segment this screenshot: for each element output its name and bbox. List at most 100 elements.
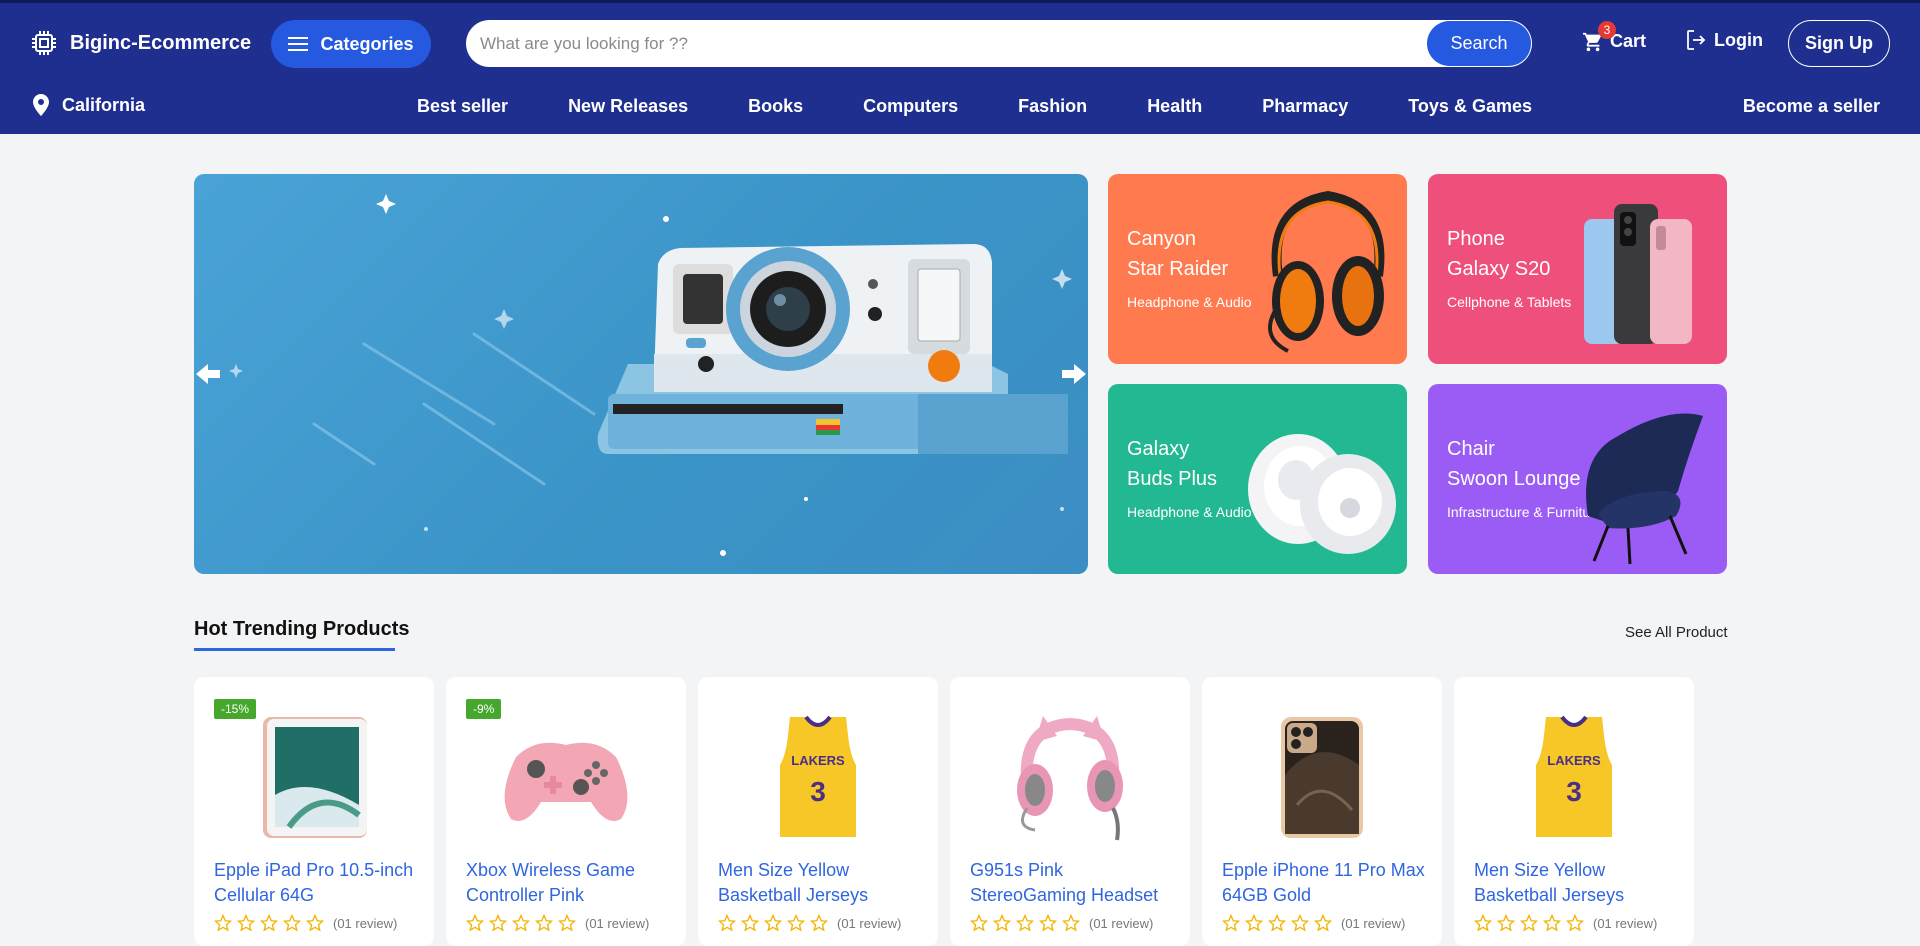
product-card[interactable]: -15% Epple iPad Pro 10.5-inch Cellular 6… [194,677,434,946]
star-outline-icon [1566,914,1584,932]
nav-item-health[interactable]: Health [1147,96,1202,117]
promo-text: Phone Galaxy S20 Cellphone & Tablets [1447,224,1571,310]
promo-title-line1: Galaxy [1127,438,1190,460]
lounge-chair-image [1586,413,1703,565]
login-label: Login [1714,29,1763,50]
section-title: Hot Trending Products [194,618,410,640]
promo-subtitle: Headphone & Audio [1127,504,1252,520]
product-card[interactable]: LAKERS 3 Men Size Yellow Basketball Jers… [698,677,938,946]
search-bar: Search [466,20,1532,67]
product-image [980,712,1160,842]
promo-title-line1: Canyon [1127,228,1196,250]
star-outline-icon [741,914,759,932]
categories-label: Categories [320,33,414,54]
jersey-image: LAKERS 3 [1536,715,1612,837]
star-outline-icon [970,914,988,932]
product-image [476,712,656,842]
login-link[interactable]: Login [1686,29,1763,51]
product-card[interactable]: G951s Pink StereoGaming Headset (01 revi… [950,677,1190,946]
iphone-image [1281,716,1363,838]
star-outline-icon [1245,914,1263,932]
star-outline-icon [260,914,278,932]
promo-card-chair[interactable]: Chair Swoon Lounge Infrastructure & Furn… [1428,384,1727,574]
nav-item-toys-games[interactable]: Toys & Games [1408,96,1532,117]
star-outline-icon [718,914,736,932]
promo-card-phone[interactable]: Phone Galaxy S20 Cellphone & Tablets [1428,174,1727,364]
see-all-products-link[interactable]: See All Product [1625,624,1728,641]
product-name[interactable]: Men Size Yellow Basketball Jerseys [718,858,928,908]
header-nav-row: California Best seller New Releases Book… [0,83,1920,137]
svg-text:LAKERS: LAKERS [791,753,845,768]
brand-name: Biginc-Ecommerce [70,31,252,54]
menu-icon [288,37,309,51]
search-button[interactable]: Search [1427,21,1531,66]
categories-button[interactable]: Categories [271,20,431,68]
review-count: (01 review) [1089,915,1154,931]
promo-card-galaxy-buds[interactable]: Galaxy Buds Plus Headphone & Audio [1108,384,1407,574]
star-outline-icon [1268,914,1286,932]
star-outline-icon [558,914,576,932]
main-nav: Best seller New Releases Books Computers… [417,96,1592,117]
search-input[interactable] [466,20,1427,67]
section-title-underline [194,648,395,651]
star-outline-icon [283,914,301,932]
location-pin-icon [33,94,49,116]
product-image [1232,712,1412,842]
location-selector[interactable]: California [32,94,145,116]
product-rating: (01 review) [718,914,901,932]
star-outline-icon [1039,914,1057,932]
promo-text: Galaxy Buds Plus Headphone & Audio [1127,434,1252,520]
pink-headset-image [1017,716,1123,841]
star-outline-icon [1062,914,1080,932]
star-outline-icon [1543,914,1561,932]
promo-card-canyon[interactable]: Canyon Star Raider Headphone & Audio [1108,174,1407,364]
tablet-image [263,716,367,838]
nav-item-computers[interactable]: Computers [863,96,958,117]
header-top-row: Biginc-Ecommerce Categories Search 3 Car… [0,3,1920,83]
nav-item-best-seller[interactable]: Best seller [417,96,508,117]
nav-item-new-releases[interactable]: New Releases [568,96,688,117]
nav-item-books[interactable]: Books [748,96,803,117]
promo-title-line1: Phone [1447,228,1505,250]
site-header: Biginc-Ecommerce Categories Search 3 Car… [0,0,1920,134]
brand-logo[interactable]: Biginc-Ecommerce [30,29,251,57]
product-rating: (01 review) [466,914,649,932]
product-rating: (01 review) [970,914,1153,932]
promo-subtitle: Cellphone & Tablets [1447,294,1572,310]
hero-slider[interactable] [194,174,1088,574]
star-outline-icon [1314,914,1332,932]
star-outline-icon [214,914,232,932]
product-name[interactable]: Epple iPad Pro 10.5-inch Cellular 64G [214,858,424,908]
signup-button[interactable]: Sign Up [1788,20,1890,67]
product-name[interactable]: G951s Pink StereoGaming Headset [970,858,1180,908]
become-seller-link[interactable]: Become a seller [1743,96,1880,117]
product-name[interactable]: Xbox Wireless Game Controller Pink [466,858,676,908]
promo-title-line2: Buds Plus [1127,468,1218,490]
product-card[interactable]: -9% Xbox Wireless Game Controller Pink (… [446,677,686,946]
cart-link[interactable]: 3 Cart [1582,21,1646,53]
product-rating: (01 review) [1222,914,1405,932]
product-name[interactable]: Epple iPhone 11 Pro Max 64GB Gold [1222,858,1432,908]
review-count: (01 review) [333,915,398,931]
slider-next-arrow-icon[interactable] [1060,362,1088,386]
star-outline-icon [1520,914,1538,932]
star-outline-icon [237,914,255,932]
product-name[interactable]: Men Size Yellow Basketball Jerseys [1474,858,1684,908]
smartphones-image [1584,204,1692,344]
star-outline-icon [787,914,805,932]
svg-text:LAKERS: LAKERS [1547,753,1601,768]
svg-text:3: 3 [1566,776,1582,807]
star-outline-icon [306,914,324,932]
game-controller-image [504,742,628,821]
review-count: (01 review) [585,915,650,931]
product-card[interactable]: Epple iPhone 11 Pro Max 64GB Gold (01 re… [1202,677,1442,946]
star-outline-icon [512,914,530,932]
nav-item-fashion[interactable]: Fashion [1018,96,1087,117]
star-outline-icon [1016,914,1034,932]
product-card[interactable]: LAKERS 3 Men Size Yellow Basketball Jers… [1454,677,1694,946]
star-outline-icon [764,914,782,932]
star-outline-icon [1291,914,1309,932]
nav-item-pharmacy[interactable]: Pharmacy [1262,96,1348,117]
slider-prev-arrow-icon[interactable] [194,362,222,386]
cart-icon-wrap: 3 [1582,21,1616,53]
